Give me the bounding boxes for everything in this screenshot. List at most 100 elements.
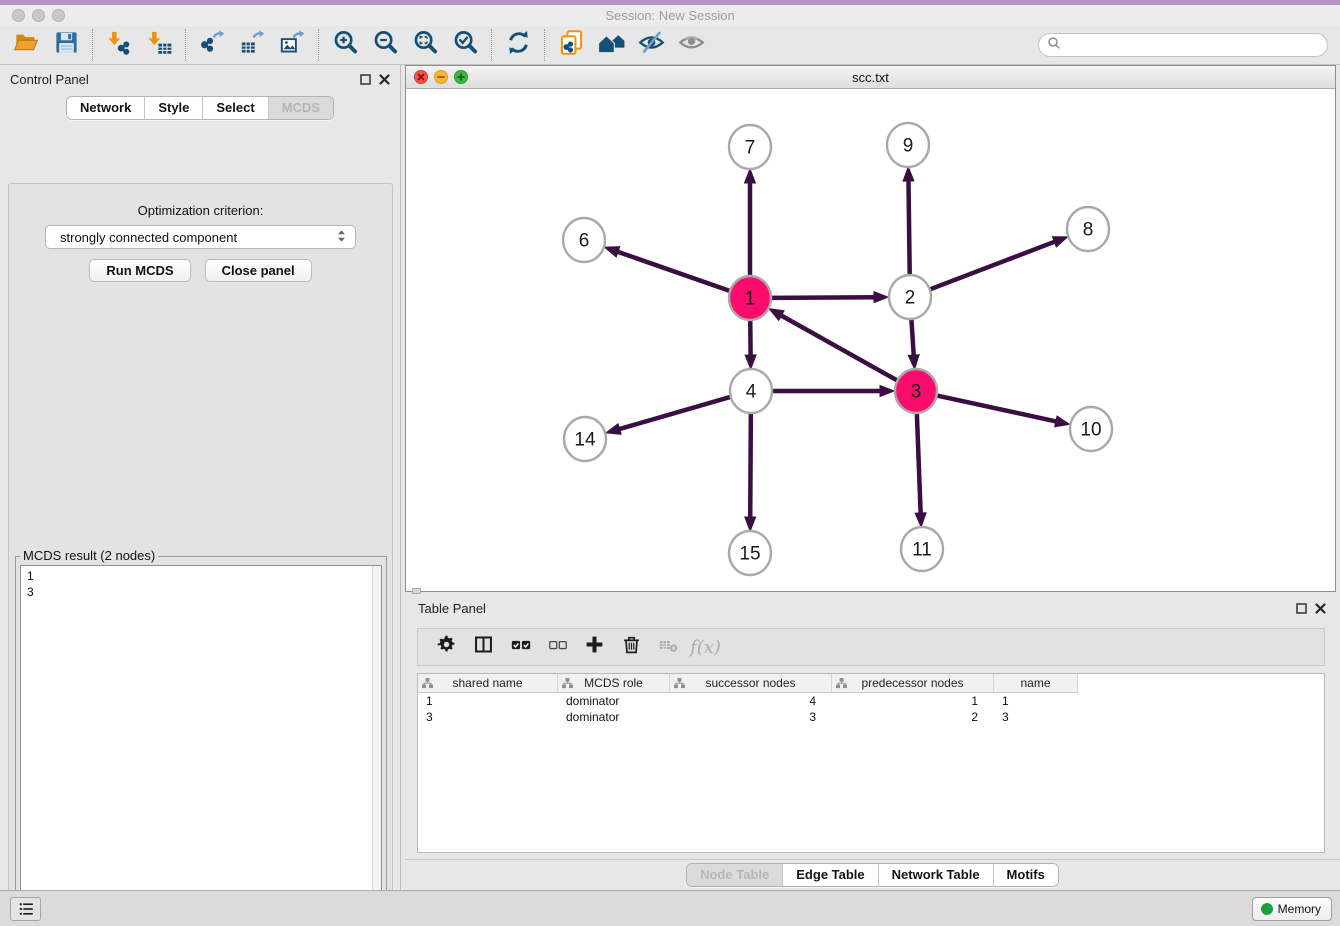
zoom-fit-button[interactable] [405, 28, 445, 62]
column-header-mcds-role[interactable]: MCDS role [558, 674, 670, 693]
cell-predecessor-nodes[interactable]: 1 [832, 693, 994, 709]
show-all-button[interactable] [671, 28, 711, 62]
export-table-button[interactable] [232, 28, 272, 62]
control-panel: Control Panel NetworkStyleSelectMCDS Opt… [0, 65, 401, 890]
graph-edge-3-11[interactable] [917, 412, 921, 515]
close-table-panel-icon[interactable] [1315, 601, 1326, 619]
search-icon [1047, 36, 1061, 55]
mcds-result-textarea[interactable]: 13 [20, 565, 382, 926]
hide-selected-button[interactable] [631, 28, 671, 62]
table-row[interactable]: 1dominator411 [418, 693, 1324, 709]
table-panel: Table Panel f(x) shared nameMCDS rolesuc… [405, 595, 1340, 890]
split-columns-button[interactable] [465, 631, 502, 663]
zoom-in-button[interactable] [325, 28, 365, 62]
cell-predecessor-nodes[interactable]: 2 [832, 709, 994, 725]
graph-edge-arrowhead [603, 246, 620, 258]
cell-shared-name[interactable]: 3 [418, 709, 558, 725]
cell-name[interactable]: 3 [994, 709, 1078, 725]
export-network-button[interactable] [192, 28, 232, 62]
graph-edge-2-9[interactable] [908, 178, 909, 275]
graph-node-6[interactable]: 6 [563, 218, 605, 262]
graph-edge-4-14[interactable] [617, 397, 730, 430]
refresh-button[interactable] [498, 28, 538, 62]
table-tab-network-table[interactable]: Network Table [878, 864, 993, 886]
select-all-checkboxes-icon [510, 634, 532, 661]
cell-mcds-role[interactable]: dominator [558, 693, 670, 709]
network-window-titlebar[interactable]: scc.txt [406, 66, 1335, 89]
select-all-checkboxes-button[interactable] [502, 631, 539, 663]
graph-edge-1-6[interactable] [616, 251, 730, 291]
cell-mcds-role[interactable]: dominator [558, 709, 670, 725]
pane-divider-handle[interactable] [412, 588, 421, 594]
delete-table-icon [658, 634, 679, 660]
deselect-checkboxes-icon [547, 634, 569, 661]
export-image-button[interactable] [272, 28, 312, 62]
deselect-checkboxes-button[interactable] [539, 631, 576, 663]
memory-label: Memory [1278, 902, 1321, 916]
cell-successor-nodes[interactable]: 4 [670, 693, 832, 709]
cell-successor-nodes[interactable]: 3 [670, 709, 832, 725]
zoom-selected-button[interactable] [445, 28, 485, 62]
memory-button[interactable]: Memory [1252, 897, 1332, 921]
graph-node-11[interactable]: 11 [901, 527, 943, 571]
tab-network[interactable]: Network [67, 97, 144, 119]
graph-edge-1-2[interactable] [771, 297, 876, 298]
import-table-button[interactable] [139, 28, 179, 62]
network-canvas[interactable]: 7 9 6 8 1 2 4 3 14 10 15 11 [406, 89, 1335, 591]
close-panel-icon[interactable] [379, 72, 390, 90]
graph-node-1[interactable]: 1 [729, 276, 771, 320]
gear-button[interactable] [428, 631, 465, 663]
graph-node-10[interactable]: 10 [1070, 407, 1112, 451]
graph-edge-arrowhead [1054, 415, 1071, 427]
graph-node-2[interactable]: 2 [889, 275, 931, 319]
column-header-shared-name[interactable]: shared name [418, 674, 558, 693]
table-row[interactable]: 3dominator323 [418, 709, 1324, 725]
save-button[interactable] [46, 28, 86, 62]
close-panel-button[interactable]: Close panel [205, 259, 312, 282]
tab-style[interactable]: Style [144, 97, 202, 119]
import-table-icon [146, 29, 173, 61]
graph-node-15[interactable]: 15 [729, 531, 771, 575]
graph-edge-3-1[interactable] [779, 314, 897, 380]
graph-edge-3-10[interactable] [937, 396, 1058, 422]
mcds-result-scrollbar[interactable] [372, 566, 381, 925]
tab-mcds[interactable]: MCDS [268, 97, 333, 119]
cell-name[interactable]: 1 [994, 693, 1078, 709]
graph-edge-2-8[interactable] [930, 241, 1057, 289]
zoom-selected-icon [452, 29, 479, 61]
cell-shared-name[interactable]: 1 [418, 693, 558, 709]
graph-node-3[interactable]: 3 [895, 369, 937, 413]
graph-edge-4-15[interactable] [750, 412, 751, 519]
column-header-predecessor-nodes[interactable]: predecessor nodes [832, 674, 994, 693]
graph-node-9[interactable]: 9 [887, 123, 929, 167]
network-graph[interactable]: 7 9 6 8 1 2 4 3 14 10 15 11 [408, 89, 1335, 589]
open-button[interactable] [6, 28, 46, 62]
graph-edge-2-3[interactable] [911, 318, 913, 357]
graph-node-7[interactable]: 7 [729, 125, 771, 169]
float-panel-icon[interactable] [360, 72, 371, 90]
delete-row-button[interactable] [613, 631, 650, 663]
table-tab-edge-table[interactable]: Edge Table [782, 864, 877, 886]
column-header-successor-nodes[interactable]: successor nodes [670, 674, 832, 693]
table-tab-motifs[interactable]: Motifs [993, 864, 1058, 886]
optimization-criterion-dropdown[interactable]: strongly connected component [45, 225, 356, 249]
run-mcds-button[interactable]: Run MCDS [89, 259, 190, 282]
search-input[interactable] [1066, 36, 1327, 54]
tab-select[interactable]: Select [202, 97, 267, 119]
home-button[interactable] [591, 28, 631, 62]
graph-node-14[interactable]: 14 [564, 417, 606, 461]
zoom-out-button[interactable] [365, 28, 405, 62]
graph-node-8[interactable]: 8 [1067, 207, 1109, 251]
table-tab-node-table[interactable]: Node Table [687, 864, 782, 886]
column-header-name[interactable]: name [994, 674, 1078, 693]
float-table-panel-icon[interactable] [1296, 601, 1307, 619]
svg-text:11: 11 [912, 540, 932, 561]
task-history-button[interactable] [10, 897, 41, 921]
search-field[interactable] [1038, 33, 1328, 57]
import-network-button[interactable] [99, 28, 139, 62]
svg-text:7: 7 [745, 138, 756, 159]
graph-node-4[interactable]: 4 [730, 369, 772, 413]
svg-text:9: 9 [903, 136, 914, 157]
add-row-button[interactable] [576, 631, 613, 663]
copy-network-button[interactable] [551, 28, 591, 62]
